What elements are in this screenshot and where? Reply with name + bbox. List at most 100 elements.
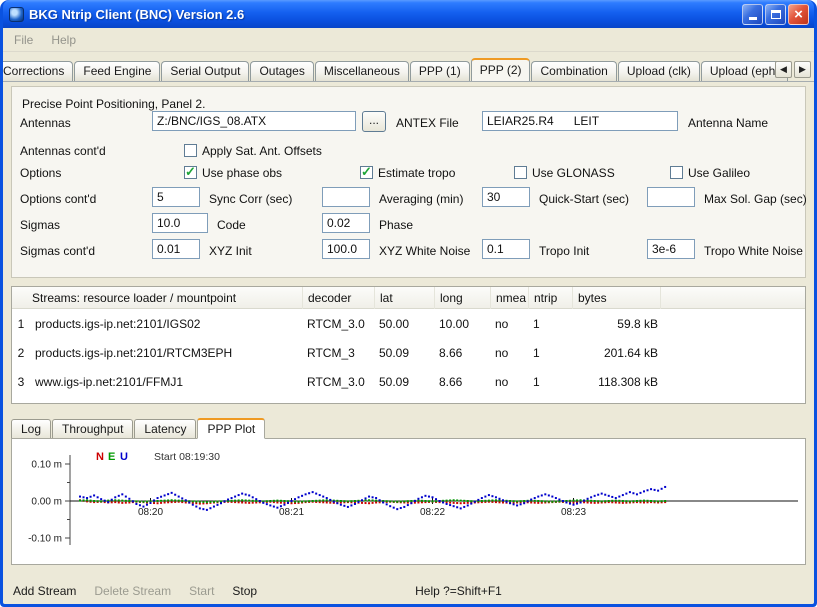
lat-cell: 50.09 [374, 375, 434, 389]
sigmas-contd-label: Sigmas cont'd [20, 242, 95, 260]
xyz-white-noise-label: XYZ White Noise [379, 242, 470, 260]
ppp-plot-panel: 0.10 m0.00 m-0.10 m08:2008:2108:2208:23N… [11, 438, 806, 565]
col-filler [660, 287, 805, 309]
bottom-action-bar: Add Stream Delete Stream Start Stop Help… [3, 578, 814, 604]
tab-ppp-plot[interactable]: PPP Plot [197, 418, 265, 439]
mountpoint-cell: products.igs-ip.net:2101/RTCM3EPH [30, 346, 302, 360]
tab-serial-output[interactable]: Serial Output [161, 61, 249, 81]
sigma-phase-label: Phase [379, 216, 413, 234]
long-cell: 10.00 [434, 317, 490, 331]
sync-corr-label: Sync Corr (sec) [209, 190, 292, 208]
tab-upload-clk[interactable]: Upload (clk) [618, 61, 700, 81]
app-window: BKG Ntrip Client (BNC) Version 2.6 × Fil… [0, 0, 817, 607]
ntrip-cell: 1 [528, 375, 572, 389]
mountpoint-cell: www.igs-ip.net:2101/FFMJ1 [30, 375, 302, 389]
tab-scroll-right-button[interactable]: ▶ [794, 61, 811, 78]
tab-ppp-2[interactable]: PPP (2) [471, 58, 531, 82]
menu-file[interactable]: File [5, 30, 42, 50]
tab-outages[interactable]: Outages [250, 61, 313, 81]
ppp2-panel: Precise Point Positioning, Panel 2. Ante… [11, 86, 806, 278]
stream-row[interactable]: 3 www.igs-ip.net:2101/FFMJ1 RTCM_3.0 50.… [12, 367, 805, 396]
tab-scroll-left-button[interactable]: ◀ [775, 61, 792, 78]
quick-start-label: Quick-Start (sec) [539, 190, 629, 208]
tab-log[interactable]: Log [11, 419, 51, 438]
svg-text:U: U [120, 451, 128, 463]
antenna-name-input[interactable] [482, 111, 678, 131]
tab-ppp-1[interactable]: PPP (1) [410, 61, 470, 81]
averaging-label: Averaging (min) [379, 190, 463, 208]
menu-help[interactable]: Help [42, 30, 85, 50]
tropo-white-noise-label: Tropo White Noise [704, 242, 803, 260]
ntrip-cell: 1 [528, 317, 572, 331]
delete-stream-button[interactable]: Delete Stream [94, 584, 171, 598]
close-icon: × [794, 7, 803, 22]
tropo-white-noise-input[interactable] [647, 239, 695, 259]
titlebar[interactable]: BKG Ntrip Client (BNC) Version 2.6 × [3, 0, 814, 28]
col-decoder: decoder [302, 287, 374, 309]
row-number: 3 [12, 375, 30, 389]
menubar: File Help [3, 28, 814, 52]
stream-row[interactable]: 1 products.igs-ip.net:2101/IGS02 RTCM_3.… [12, 309, 805, 338]
start-button[interactable]: Start [189, 584, 214, 598]
decoder-cell: RTCM_3.0 [302, 317, 374, 331]
tab-latency[interactable]: Latency [134, 419, 196, 438]
long-cell: 8.66 [434, 375, 490, 389]
streams-table: Streams: resource loader / mountpoint de… [11, 286, 806, 404]
quick-start-input[interactable] [482, 187, 530, 207]
nmea-cell: no [490, 317, 528, 331]
tab-feed-engine[interactable]: Feed Engine [74, 61, 160, 81]
svg-text:E: E [108, 451, 115, 463]
tab-bar: Corrections Feed Engine Serial Output Ou… [3, 57, 814, 82]
streams-table-header: Streams: resource loader / mountpoint de… [12, 287, 805, 309]
col-ntrip: ntrip [528, 287, 572, 309]
apply-sat-ant-offsets-checkbox[interactable] [184, 144, 197, 157]
svg-text:08:22: 08:22 [420, 507, 445, 518]
add-stream-button[interactable]: Add Stream [13, 584, 76, 598]
use-glonass-checkbox[interactable] [514, 166, 527, 179]
minimize-button[interactable] [742, 4, 763, 25]
stop-button[interactable]: Stop [232, 584, 257, 598]
decoder-cell: RTCM_3.0 [302, 375, 374, 389]
xyz-init-input[interactable] [152, 239, 200, 259]
ntrip-cell: 1 [528, 346, 572, 360]
bytes-cell: 201.64 kB [572, 346, 660, 360]
mountpoint-cell: products.igs-ip.net:2101/IGS02 [30, 317, 302, 331]
arrow-left-icon: ◀ [780, 64, 787, 75]
use-phase-obs-label: Use phase obs [202, 164, 282, 182]
sync-corr-input[interactable] [152, 187, 200, 207]
xyz-white-noise-input[interactable] [322, 239, 370, 259]
estimate-tropo-label: Estimate tropo [378, 164, 455, 182]
tab-throughput[interactable]: Throughput [52, 419, 133, 438]
maximize-button[interactable] [765, 4, 786, 25]
stream-row[interactable]: 2 products.igs-ip.net:2101/RTCM3EPH RTCM… [12, 338, 805, 367]
bytes-cell: 59.8 kB [572, 317, 660, 331]
sigma-code-label: Code [217, 216, 246, 234]
antex-file-input[interactable] [152, 111, 356, 131]
tab-corrections[interactable]: Corrections [3, 61, 73, 81]
xyz-init-label: XYZ Init [209, 242, 252, 260]
maximize-icon [771, 10, 781, 19]
max-sol-gap-input[interactable] [647, 187, 695, 207]
options-label: Options [20, 164, 61, 182]
averaging-input[interactable] [322, 187, 370, 207]
svg-text:-0.10 m: -0.10 m [28, 534, 62, 545]
sigma-phase-input[interactable] [322, 213, 370, 233]
decoder-cell: RTCM_3 [302, 346, 374, 360]
antex-browse-button[interactable]: ... [362, 111, 386, 132]
options-contd-label: Options cont'd [20, 190, 96, 208]
estimate-tropo-checkbox[interactable] [360, 166, 373, 179]
svg-text:0.10 m: 0.10 m [31, 460, 62, 471]
ppp-plot-svg: 0.10 m0.00 m-0.10 m08:2008:2108:2208:23N… [12, 439, 805, 564]
lat-cell: 50.00 [374, 317, 434, 331]
tropo-init-input[interactable] [482, 239, 530, 259]
minimize-icon [749, 17, 757, 20]
nmea-cell: no [490, 346, 528, 360]
tab-combination[interactable]: Combination [531, 61, 616, 81]
use-glonass-label: Use GLONASS [532, 164, 615, 182]
use-galileo-checkbox[interactable] [670, 166, 683, 179]
tab-miscellaneous[interactable]: Miscellaneous [315, 61, 409, 81]
col-mountpoint: Streams: resource loader / mountpoint [12, 287, 302, 309]
use-phase-obs-checkbox[interactable] [184, 166, 197, 179]
close-button[interactable]: × [788, 4, 809, 25]
sigma-code-input[interactable] [152, 213, 208, 233]
